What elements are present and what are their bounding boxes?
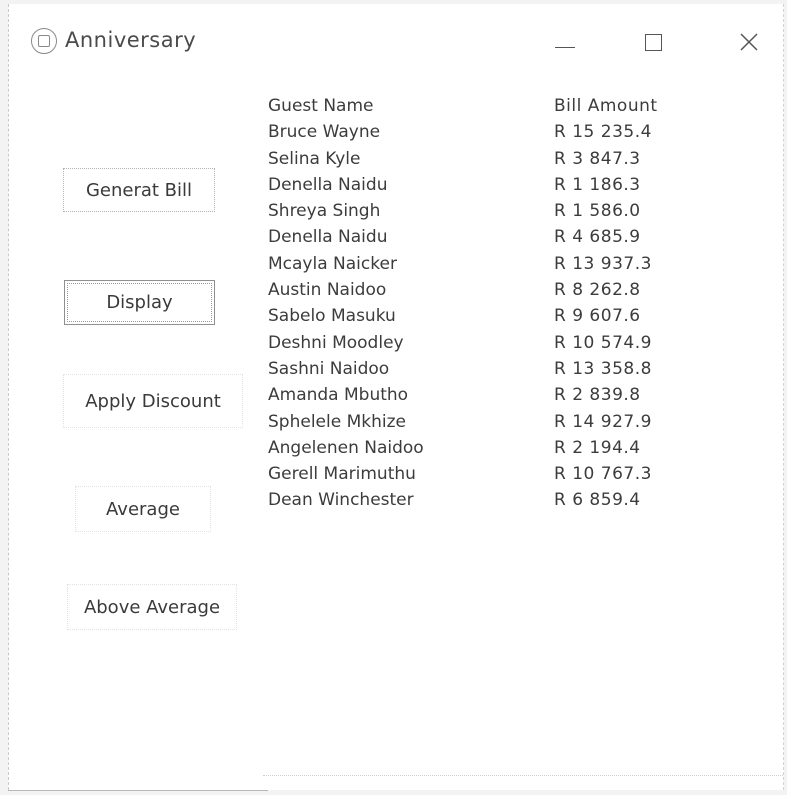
minimize-button[interactable] <box>543 24 587 60</box>
guest-name: Shreya Singh <box>268 201 381 222</box>
average-button[interactable]: Average <box>75 486 211 532</box>
bill-amount: R 15 235.4 <box>554 122 652 143</box>
guest-name: Amanda Mbutho <box>268 385 409 406</box>
generate-bill-button[interactable]: Generat Bill <box>63 168 215 212</box>
bill-amount: R 2 194.4 <box>554 437 641 458</box>
apply-discount-button[interactable]: Apply Discount <box>63 374 243 428</box>
guest-name: Sashni Naidoo <box>268 358 390 379</box>
window-title: Anniversary <box>65 28 197 52</box>
bill-amount: R 10 767.3 <box>554 464 652 485</box>
bill-amount: R 8 262.8 <box>554 280 641 301</box>
bill-amount: R 1 586.0 <box>554 201 641 222</box>
window-bottom-edge <box>8 790 268 792</box>
list-bottom-border <box>263 775 783 776</box>
guest-name: Sphelele Mkhize <box>268 411 406 432</box>
app-emblem-icon <box>31 28 57 54</box>
guest-name: Selina Kyle <box>268 148 361 169</box>
bill-amount: R 13 937.3 <box>554 253 652 274</box>
close-button[interactable] <box>727 24 771 60</box>
bill-amount: R 1 186.3 <box>554 174 641 195</box>
display-button[interactable]: Display <box>64 280 215 325</box>
title-bar[interactable]: Anniversary <box>9 4 783 78</box>
guest-name: Deshni Moodley <box>268 332 404 353</box>
bill-amount: R 3 847.3 <box>554 148 641 169</box>
bill-amount: R 9 607.6 <box>554 306 641 327</box>
maximize-icon <box>644 33 662 51</box>
above-average-button[interactable]: Above Average <box>67 584 237 630</box>
bill-amount-header: Bill Amount <box>554 96 658 116</box>
bill-amount: R 4 685.9 <box>554 227 641 248</box>
guest-name: Sabelo Masuku <box>268 306 396 327</box>
guest-name: Bruce Wayne <box>268 122 381 143</box>
guest-name: Denella Naidu <box>268 227 388 248</box>
bill-amount: R 14 927.9 <box>554 411 652 432</box>
guest-name: Dean Winchester <box>268 490 414 511</box>
bill-amount: R 2 839.8 <box>554 385 641 406</box>
bill-amount: R 10 574.9 <box>554 332 652 353</box>
bill-amount: R 6 859.4 <box>554 490 641 511</box>
guest-name: Austin Naidoo <box>268 280 387 301</box>
close-icon <box>740 33 758 51</box>
bill-amount: R 13 358.8 <box>554 358 652 379</box>
maximize-button[interactable] <box>631 24 675 60</box>
minimize-icon <box>555 46 575 48</box>
guest-name: Mcayla Naicker <box>268 253 397 274</box>
app-window: Anniversary Generat Bill Display Apply D… <box>8 4 784 790</box>
guest-name: Gerell Marimuthu <box>268 464 416 485</box>
guest-name-header: Guest Name <box>268 96 374 116</box>
guest-name: Angelenen Naidoo <box>268 437 424 458</box>
guest-name: Denella Naidu <box>268 174 388 195</box>
